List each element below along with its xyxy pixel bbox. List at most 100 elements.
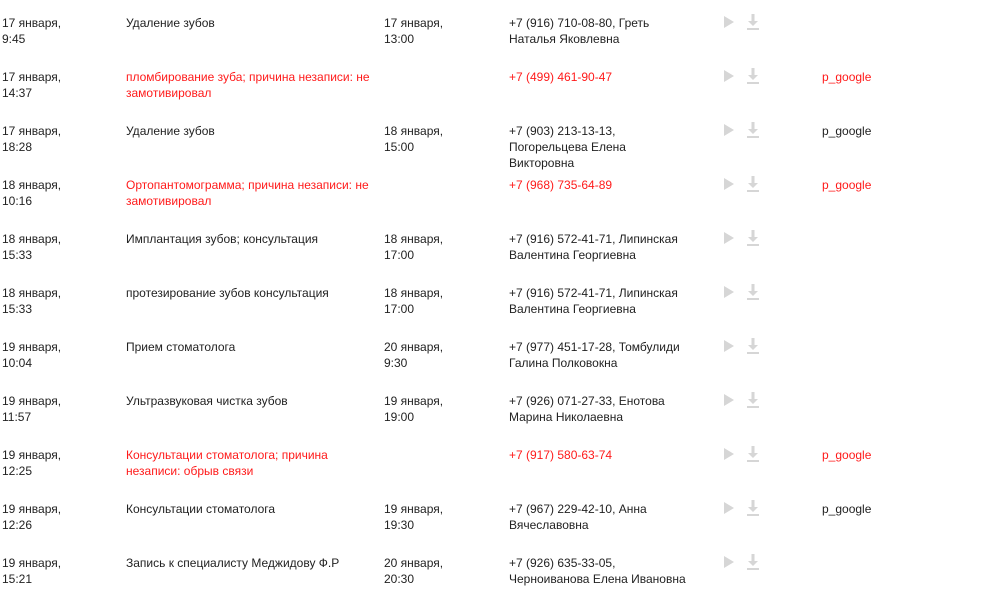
appointment-datetime: 19 января, 19:00 <box>384 393 494 425</box>
client-info: +7 (916) 710-08-80, Греть Наталья Яковлев… <box>509 15 709 47</box>
table-row: 17 января, 18:28 Удаление зубов 18 января, 1… <box>0 108 988 170</box>
table-row: 19 января, 15:21 Запись к специалисту Медж… <box>0 540 988 594</box>
appointment-datetime-line: 9:30 <box>384 356 408 370</box>
client-info: +7 (968) 735-64-89 <box>509 177 709 193</box>
service-text: Ультразвуковая чистка зубов <box>126 394 288 408</box>
service-text: Прием стоматолога <box>126 340 236 354</box>
play-icon[interactable] <box>723 394 735 406</box>
client-info: +7 (916) 572-41-71, Липинская Валентина Г… <box>509 231 709 263</box>
client-info-line: Валентина Георгиевна <box>509 248 636 262</box>
created-datetime-line: 17 января, <box>2 124 62 138</box>
created-datetime-line: 19 января, <box>2 502 62 516</box>
created-datetime-line: 19 января, <box>2 448 62 462</box>
created-datetime-line: 15:33 <box>2 248 33 262</box>
created-datetime: 19 января, 11:57 <box>2 393 112 425</box>
client-info-line: Погорельцева Елена <box>509 140 626 154</box>
service-text: Ортопантомограмма; причина незаписи: не … <box>126 178 369 208</box>
calls-table: 17 января, 9:45 Удаление зубов 17 января, 13… <box>0 0 988 594</box>
created-datetime: 17 января, 14:37 <box>2 69 112 101</box>
client-info: +7 (499) 461-90-47 <box>509 69 709 85</box>
appointment-datetime-line: 15:00 <box>384 140 415 154</box>
download-icon[interactable] <box>747 284 759 300</box>
play-icon[interactable] <box>723 16 735 28</box>
created-datetime: 18 января, 15:33 <box>2 231 112 263</box>
appointment-datetime: 18 января, 17:00 <box>384 231 494 263</box>
appointment-datetime-line: 20 января, <box>384 340 444 354</box>
table-row: 19 января, 11:57 Ультразвуковая чистка зуб… <box>0 378 988 432</box>
play-icon[interactable] <box>723 232 735 244</box>
client-info-line: +7 (926) 071-27-33, Енотова <box>509 394 665 408</box>
play-icon[interactable] <box>723 124 735 136</box>
created-datetime-line: 12:25 <box>2 464 33 478</box>
download-icon[interactable] <box>747 338 759 354</box>
download-icon[interactable] <box>747 392 759 408</box>
download-icon[interactable] <box>747 14 759 30</box>
appointment-datetime-line: 17:00 <box>384 302 415 316</box>
table-row: 19 января, 12:25 Консультации стоматолога;… <box>0 432 988 486</box>
client-info-line: Марина Николаевна <box>509 410 624 424</box>
client-info: +7 (926) 071-27-33, Енотова Марина Никола… <box>509 393 709 425</box>
created-datetime-line: 17 января, <box>2 70 62 84</box>
created-datetime-line: 18 января, <box>2 178 62 192</box>
created-datetime: 19 января, 12:26 <box>2 501 112 533</box>
created-datetime: 18 января, 15:33 <box>2 285 112 317</box>
client-info: +7 (926) 635-33-05, Черноиванова Елена Ив… <box>509 555 709 587</box>
service-text: протезирование зубов консультация <box>126 286 329 300</box>
created-datetime-line: 15:33 <box>2 302 33 316</box>
table-row: 18 января, 10:16 Ортопантомограмма; причин… <box>0 162 988 216</box>
download-icon[interactable] <box>747 176 759 192</box>
table-row: 17 января, 14:37 пломбирование зуба; причи… <box>0 54 988 108</box>
service-text: Удаление зубов <box>126 124 215 138</box>
client-info-line: +7 (968) 735-64-89 <box>509 178 613 192</box>
client-info-line: +7 (916) 572-41-71, Липинская <box>509 232 678 246</box>
client-info-line: +7 (977) 451-17-28, Томбулиди <box>509 340 680 354</box>
appointment-datetime: 19 января, 19:30 <box>384 501 494 533</box>
play-icon[interactable] <box>723 448 735 460</box>
play-icon[interactable] <box>723 502 735 514</box>
client-info-line: +7 (903) 213-13-13, <box>509 124 616 138</box>
appointment-datetime-line: 18 января, <box>384 232 444 246</box>
appointment-datetime: 18 января, 17:00 <box>384 285 494 317</box>
download-icon[interactable] <box>747 230 759 246</box>
created-datetime-line: 11:57 <box>2 410 32 424</box>
play-icon[interactable] <box>723 340 735 352</box>
download-icon[interactable] <box>747 122 759 138</box>
client-info-line: Вячеславовна <box>509 518 589 532</box>
created-datetime-line: 18 января, <box>2 286 62 300</box>
appointment-datetime: 18 января, 15:00 <box>384 123 494 155</box>
service-text: Консультации стоматолога; причина незапи… <box>126 448 328 478</box>
appointment-datetime-line: 18 января, <box>384 124 444 138</box>
client-info: +7 (977) 451-17-28, Томбулиди Галина Полк… <box>509 339 709 371</box>
created-datetime: 19 января, 10:04 <box>2 339 112 371</box>
download-icon[interactable] <box>747 68 759 84</box>
created-datetime-line: 14:37 <box>2 86 33 100</box>
created-datetime-line: 19 января, <box>2 394 62 408</box>
source-tag: p_google <box>822 502 872 516</box>
play-icon[interactable] <box>723 178 735 190</box>
appointment-datetime: 17 января, 13:00 <box>384 15 494 47</box>
client-info-line: +7 (916) 572-41-71, Липинская <box>509 286 678 300</box>
appointment-datetime-line: 20 января, <box>384 556 444 570</box>
client-info: +7 (967) 229-42-10, Анна Вячеславовна <box>509 501 709 533</box>
service-text: Запись к специалисту Меджидову Ф.Р <box>126 556 340 570</box>
download-icon[interactable] <box>747 554 759 570</box>
play-icon[interactable] <box>723 556 735 568</box>
table-row: 19 января, 10:04 Прием стоматолога 20 январ… <box>0 324 988 378</box>
source-tag: p_google <box>822 448 872 462</box>
appointment-datetime-line: 19:30 <box>384 518 415 532</box>
client-info-line: Галина Полковокна <box>509 356 618 370</box>
client-info: +7 (917) 580-63-74 <box>509 447 709 463</box>
client-info-line: +7 (499) 461-90-47 <box>509 70 613 84</box>
source-tag: p_google <box>822 178 872 192</box>
appointment-datetime: 20 января, 9:30 <box>384 339 494 371</box>
appointment-datetime-line: 13:00 <box>384 32 415 46</box>
service-text: Имплантация зубов; консультация <box>126 232 319 246</box>
play-icon[interactable] <box>723 286 735 298</box>
created-datetime: 17 января, 18:28 <box>2 123 112 155</box>
appointment-datetime: 20 января, 20:30 <box>384 555 494 587</box>
created-datetime-line: 9:45 <box>2 32 26 46</box>
download-icon[interactable] <box>747 500 759 516</box>
play-icon[interactable] <box>723 70 735 82</box>
created-datetime-line: 19 января, <box>2 556 62 570</box>
download-icon[interactable] <box>747 446 759 462</box>
